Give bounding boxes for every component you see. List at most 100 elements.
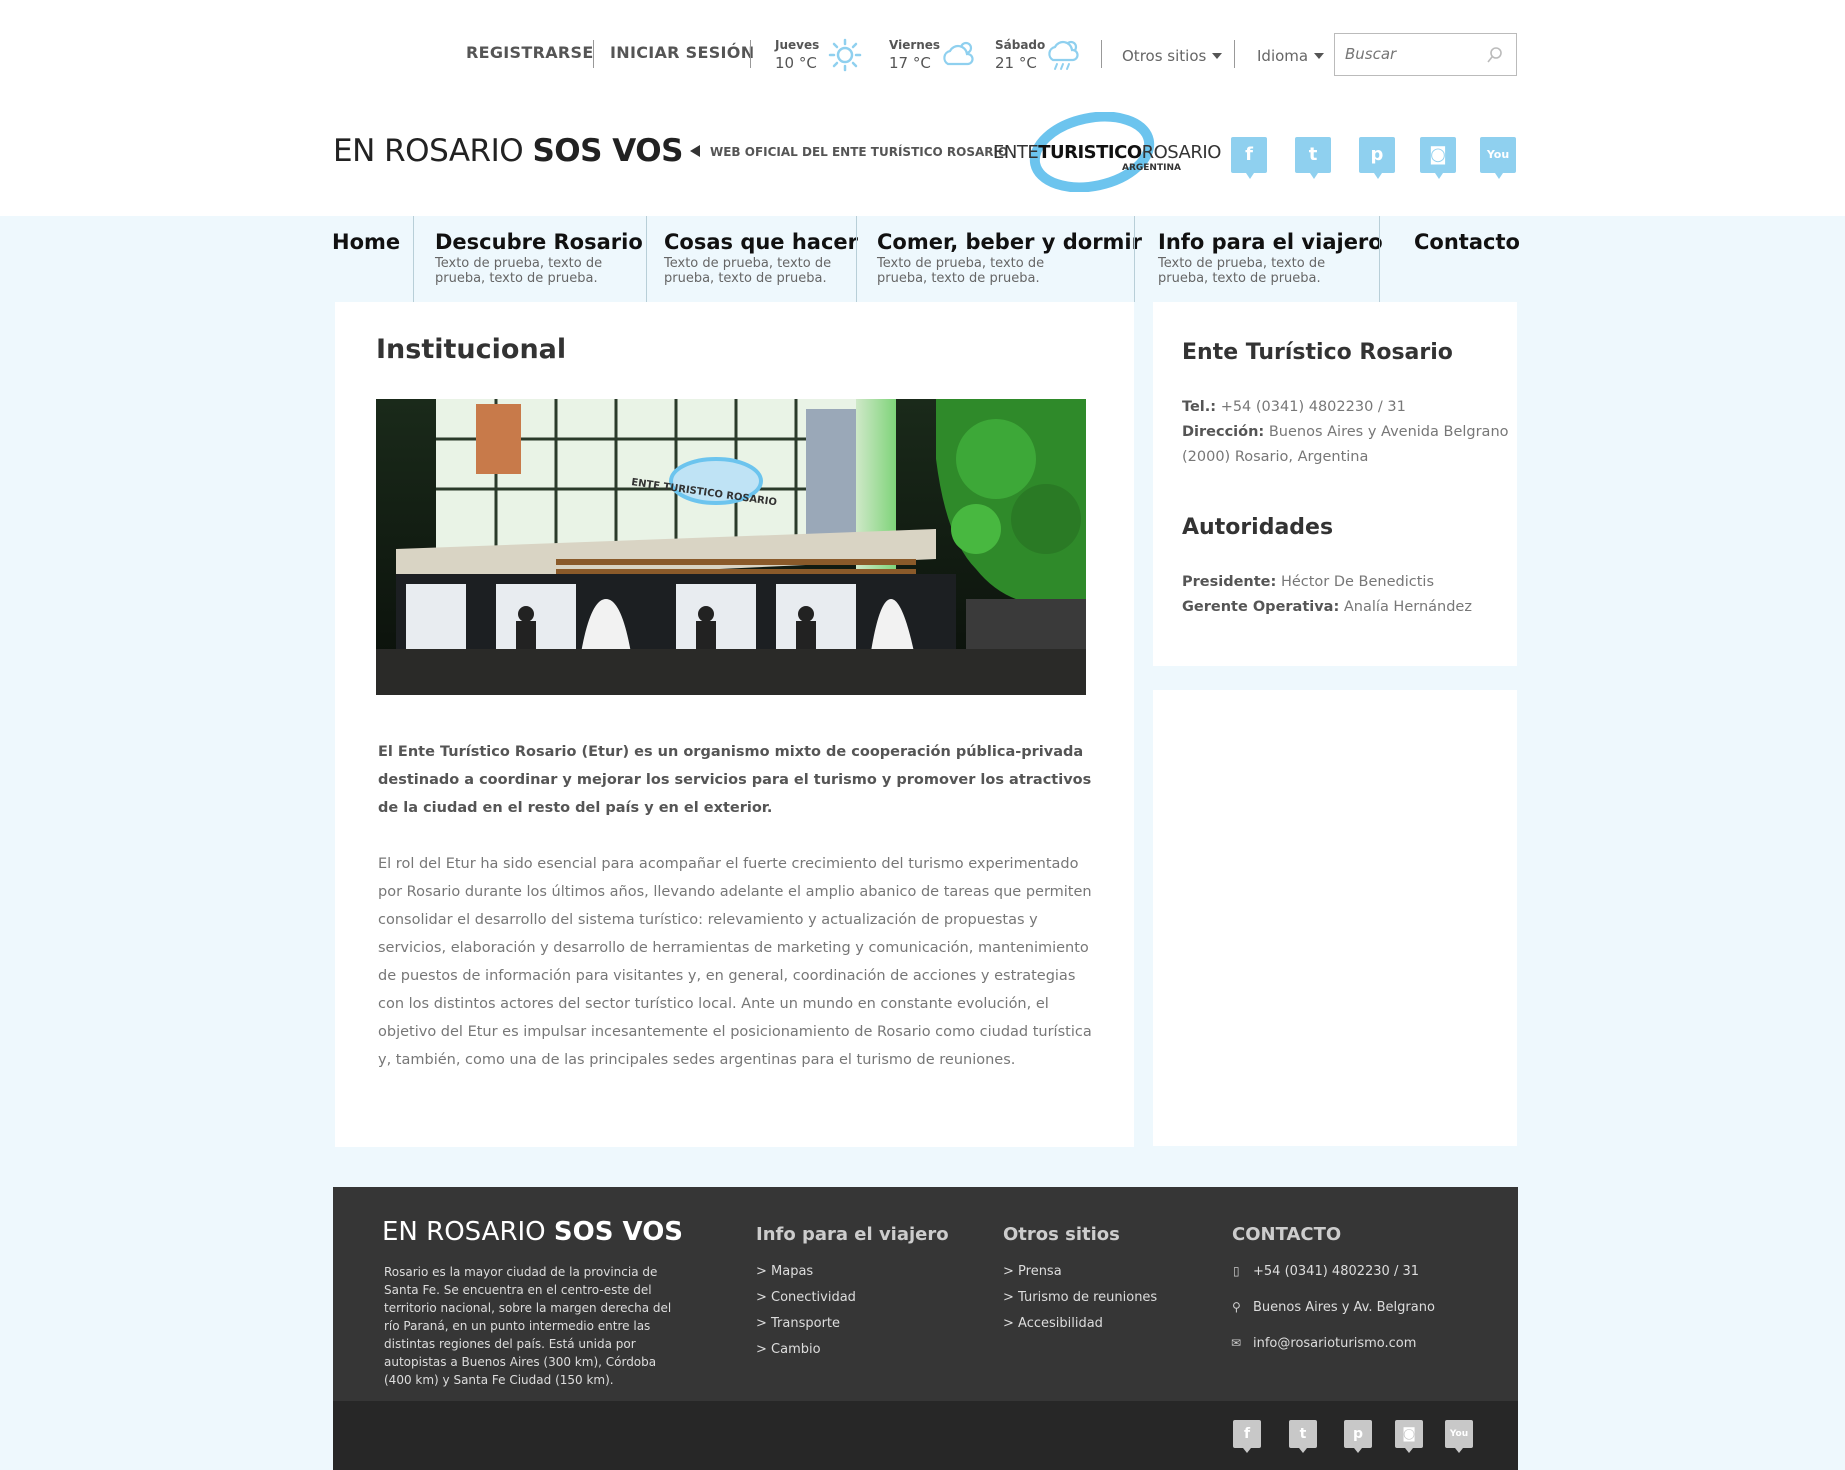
lead-paragraph: El Ente Turístico Rosario (Etur) es un o… [378, 744, 1092, 816]
mail-icon: ✉ [1231, 1336, 1242, 1350]
institutional-photo: ENTE TURISTICO ROSARIO [376, 399, 1086, 695]
facebook-icon[interactable]: f [1233, 1420, 1261, 1453]
caret-down-icon [1212, 53, 1223, 59]
org-address-city: (2000) Rosario, Argentina [1182, 449, 1369, 465]
cloud-sun-icon [943, 41, 974, 66]
language-dropdown[interactable]: Idioma [1257, 47, 1325, 65]
other-sites-dropdown[interactable]: Otros sitios [1122, 47, 1223, 65]
nav-divider [1134, 216, 1135, 302]
search-input[interactable] [1335, 34, 1475, 74]
weather-temp: 17 °C [889, 54, 931, 72]
nav-divider [646, 216, 647, 302]
footer-bottom-bar [333, 1401, 1518, 1470]
ente-turistico-logo[interactable]: ENTETURISTICOROSARIO ARGENTINA [990, 111, 1221, 193]
president-value: Héctor De Benedictis [1280, 574, 1435, 590]
nav-title: Comer, beber y dormir [877, 230, 1142, 254]
nav-title: Info para el viajero [1158, 230, 1383, 254]
logo-ente: ENTE [993, 142, 1039, 163]
footer-link-conectividad[interactable]: > Conectividad [756, 1290, 856, 1305]
nav-title: Cosas que hacer [664, 230, 859, 254]
pinterest-icon[interactable]: p [1344, 1420, 1372, 1453]
nav-title: Home [332, 230, 401, 254]
president-row: Presidente: Héctor De Benedictis [1182, 570, 1434, 595]
search-box [1334, 33, 1517, 76]
footer-link-turismo-reuniones[interactable]: > Turismo de reuniones [1003, 1290, 1157, 1305]
logo-rosario: ROSARIO [1141, 142, 1222, 163]
register-link[interactable]: REGISTRARSE [466, 43, 594, 62]
org-address: Dirección: Buenos Aires y Avenida Belgra… [1182, 420, 1509, 445]
nav-divider [856, 216, 857, 302]
logo-country: ARGENTINA [1122, 163, 1181, 173]
phone-icon: ▯ [1233, 1264, 1240, 1278]
footer-link-transporte[interactable]: > Transporte [756, 1316, 840, 1331]
instagram-icon[interactable]: ◙ [1395, 1420, 1423, 1453]
language-label: Idioma [1257, 47, 1309, 65]
login-link[interactable]: INICIAR SESIÓN [610, 43, 754, 62]
location-pin-icon: ⚲ [1232, 1300, 1241, 1314]
manager-value: Analía Hernández [1343, 599, 1472, 615]
weather-day-label: Viernes [889, 38, 941, 52]
footer-address: Buenos Aires y Av. Belgrano [1253, 1300, 1435, 1315]
twitter-icon[interactable]: t [1295, 137, 1331, 179]
divider [593, 40, 594, 68]
manager-row: Gerente Operativa: Analía Hernández [1182, 595, 1472, 620]
instagram-icon[interactable]: ◙ [1420, 137, 1456, 179]
nav-subtitle: Texto de prueba, texto de prueba, texto … [664, 256, 832, 286]
tagline-text: WEB OFICIAL DEL ENTE TURÍSTICO ROSARIO [710, 145, 1009, 159]
nav-subtitle: Texto de prueba, texto de prueba, texto … [1158, 256, 1326, 286]
logo-turistico: TURISTICO [1038, 142, 1142, 163]
footer-link-mapas[interactable]: > Mapas [756, 1264, 813, 1279]
tel-value: +54 (0341) 4802230 / 31 [1220, 399, 1406, 415]
footer-brand-light: EN ROSARIO [382, 1217, 554, 1247]
footer-other-title: Otros sitios [1003, 1224, 1120, 1245]
address-value: Buenos Aires y Avenida Belgrano [1268, 424, 1509, 440]
logo-text: ENTETURISTICOROSARIO [993, 142, 1221, 163]
nav-subtitle: Texto de prueba, texto de prueba, texto … [435, 256, 603, 286]
body-paragraph: El rol del Etur ha sido esencial para ac… [378, 856, 1092, 1068]
search-icon[interactable] [1486, 46, 1504, 64]
weather-temp: 10 °C [775, 54, 817, 72]
youtube-icon[interactable]: You [1445, 1420, 1473, 1453]
twitter-icon[interactable]: t [1289, 1420, 1317, 1453]
nav-subtitle: Texto de prueba, texto de prueba, texto … [877, 256, 1045, 286]
footer-description: Rosario es la mayor ciudad de la provinc… [384, 1265, 672, 1387]
sidebar-empty-card [1153, 690, 1517, 1146]
weather-day-label: Sábado [995, 38, 1046, 52]
youtube-icon[interactable]: You [1480, 137, 1516, 179]
nav-title: Descubre Rosario [435, 230, 643, 254]
nav-divider [413, 216, 414, 302]
footer-brand[interactable]: EN ROSARIO SOS VOS [382, 1217, 683, 1247]
org-phone: Tel.: +54 (0341) 4802230 / 31 [1182, 395, 1406, 420]
footer-link-cambio[interactable]: > Cambio [756, 1342, 821, 1357]
footer-contact-title: CONTACTO [1232, 1224, 1342, 1245]
footer-link-accesibilidad[interactable]: > Accesibilidad [1003, 1316, 1103, 1331]
nav-title: Contacto [1414, 230, 1520, 254]
footer-email[interactable]: info@rosarioturismo.com [1253, 1336, 1416, 1351]
tagline: WEB OFICIAL DEL ENTE TURÍSTICO ROSARIO [690, 145, 1008, 159]
footer-phone: +54 (0341) 4802230 / 31 [1253, 1264, 1420, 1279]
building-photo: ENTE TURISTICO ROSARIO [376, 399, 1086, 695]
brand-logo[interactable]: EN ROSARIO SOS VOS [333, 133, 683, 169]
footer-info-title: Info para el viajero [756, 1224, 949, 1245]
authorities-title: Autoridades [1182, 515, 1334, 540]
weather-temp: 21 °C [995, 54, 1037, 72]
divider [1234, 40, 1235, 68]
footer-link-prensa[interactable]: > Prensa [1003, 1264, 1062, 1279]
tel-label: Tel.: [1182, 399, 1217, 415]
nav-divider [1379, 216, 1380, 302]
divider [750, 40, 751, 68]
weather-day-label: Jueves [775, 38, 820, 52]
manager-label: Gerente Operativa: [1182, 599, 1340, 615]
page-title: Institucional [376, 334, 567, 365]
brand-bold: SOS VOS [532, 133, 683, 169]
divider [1101, 40, 1102, 68]
other-sites-label: Otros sitios [1122, 47, 1207, 65]
arrow-left-icon [690, 145, 700, 157]
facebook-icon[interactable]: f [1231, 137, 1267, 179]
pinterest-icon[interactable]: p [1359, 137, 1395, 179]
footer-brand-bold: SOS VOS [553, 1217, 684, 1247]
brand-light: EN ROSARIO [333, 133, 533, 169]
president-label: Presidente: [1182, 574, 1277, 590]
caret-down-icon [1314, 53, 1325, 59]
org-title: Ente Turístico Rosario [1182, 340, 1453, 365]
